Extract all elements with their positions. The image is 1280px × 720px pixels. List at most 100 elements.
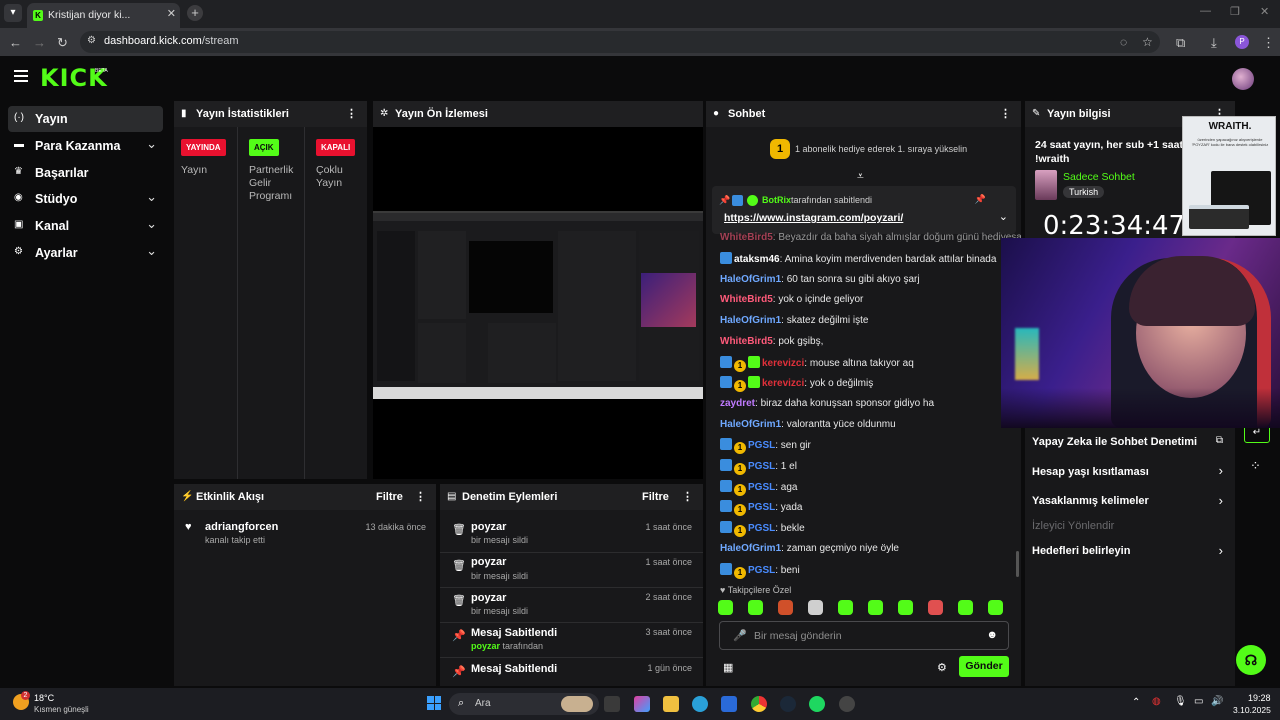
emote-icon[interactable] bbox=[988, 600, 1003, 615]
chat-username[interactable]: HaleOfGrim1 bbox=[720, 315, 781, 326]
chat-username[interactable]: HaleOfGrim1 bbox=[720, 419, 781, 430]
network-icon[interactable]: ▭ bbox=[1194, 696, 1203, 707]
mod-action-title[interactable]: Mesaj Sabitlendi bbox=[471, 663, 557, 675]
more-options-icon[interactable]: ⋮ bbox=[415, 490, 426, 503]
category-name[interactable]: Sadece Sohbet bbox=[1063, 171, 1135, 183]
scroll-down-icon[interactable]: ⩡ bbox=[857, 169, 864, 184]
chat-scrollbar[interactable] bbox=[1016, 551, 1019, 577]
windows-start-icon[interactable] bbox=[427, 696, 441, 710]
apps-icon[interactable]: ⁘ bbox=[1250, 458, 1261, 474]
sidebar-item-yayin[interactable]: (·) Yayın bbox=[8, 106, 163, 132]
tray-app-icon[interactable]: ◍ bbox=[1152, 696, 1161, 707]
chat-username[interactable]: kerevizci bbox=[762, 378, 804, 389]
mod-action-title[interactable]: poyzar bbox=[471, 592, 506, 604]
copilot-icon[interactable] bbox=[634, 696, 650, 712]
sidebar-item-para-kazanma[interactable]: ▬ Para Kazanma ⌄ bbox=[8, 133, 163, 159]
sidebar-item-kanal[interactable]: ▣ Kanal ⌄ bbox=[8, 213, 163, 239]
chat-username[interactable]: zaydret bbox=[720, 398, 755, 409]
file-explorer-icon[interactable] bbox=[663, 696, 679, 712]
emote-icon[interactable] bbox=[898, 600, 913, 615]
emote-icon[interactable] bbox=[748, 600, 763, 615]
chat-username[interactable]: HaleOfGrim1 bbox=[720, 543, 781, 554]
reload-icon[interactable]: ↻ bbox=[57, 35, 68, 51]
gift-promo-text[interactable]: 1 abonelik hediye ederek 1. sıraya yükse… bbox=[795, 144, 967, 154]
more-options-icon[interactable]: ⋮ bbox=[682, 490, 693, 503]
more-options-icon[interactable]: ⋮ bbox=[1000, 107, 1011, 120]
chat-username[interactable]: PGSL bbox=[748, 565, 775, 576]
chat-username[interactable]: PGSL bbox=[748, 482, 775, 493]
sidebar-item-basarilar[interactable]: ♛ Başarılar bbox=[8, 160, 163, 186]
chat-username[interactable]: kerevizci bbox=[762, 358, 804, 369]
clock-time[interactable]: 19:28 bbox=[1248, 693, 1271, 703]
tab-search-button[interactable]: ▾ bbox=[4, 4, 22, 22]
chat-username[interactable]: WhiteBird5 bbox=[720, 294, 773, 305]
emote-icon[interactable] bbox=[808, 600, 823, 615]
close-window-icon[interactable]: ✕ bbox=[1260, 5, 1269, 18]
external-link-icon[interactable]: ⧉ bbox=[1216, 435, 1223, 446]
chat-username[interactable]: PGSL bbox=[748, 502, 775, 513]
emote-icon[interactable] bbox=[928, 600, 943, 615]
chevron-right-icon[interactable]: › bbox=[1219, 463, 1223, 478]
chevron-down-icon[interactable]: ⌄ bbox=[999, 210, 1008, 223]
chat-username[interactable]: PGSL bbox=[748, 440, 775, 451]
task-view-icon[interactable] bbox=[604, 696, 620, 712]
spotify-icon[interactable] bbox=[809, 696, 825, 712]
bookmark-star-icon[interactable]: ☆ bbox=[1142, 35, 1153, 49]
emote-icon[interactable] bbox=[958, 600, 973, 615]
send-button[interactable]: Gönder bbox=[959, 656, 1009, 677]
microphone-icon[interactable]: 🎤 bbox=[733, 629, 747, 642]
filter-button[interactable]: Filtre bbox=[642, 491, 669, 503]
more-options-icon[interactable]: ⋮ bbox=[346, 107, 357, 120]
minimize-icon[interactable]: — bbox=[1200, 5, 1211, 17]
store-icon[interactable]: ▦ bbox=[723, 661, 733, 674]
back-icon[interactable]: ← bbox=[9, 35, 22, 50]
chevron-right-icon[interactable]: › bbox=[1219, 493, 1223, 508]
microphone-tray-icon[interactable]: 🎙 bbox=[1174, 696, 1187, 707]
mod-action-title[interactable]: poyzar bbox=[471, 556, 506, 568]
new-tab-button[interactable]: + bbox=[187, 5, 203, 21]
clock-date[interactable]: 3.10.2025 bbox=[1233, 705, 1271, 715]
hamburger-menu-icon[interactable] bbox=[14, 70, 28, 85]
chat-username[interactable]: PGSL bbox=[748, 461, 775, 472]
emote-icon[interactable] bbox=[838, 600, 853, 615]
pinned-by-user[interactable]: BotRix bbox=[762, 195, 791, 205]
mod-action-title[interactable]: Mesaj Sabitlendi bbox=[471, 627, 557, 639]
unpin-icon[interactable]: 📌 bbox=[975, 194, 986, 205]
chat-username[interactable]: WhiteBird5 bbox=[720, 336, 773, 347]
tray-chevron-icon[interactable]: ⌃ bbox=[1132, 697, 1140, 708]
chat-input[interactable]: 🎤 Bir mesaj gönderin ☻ bbox=[719, 621, 1009, 650]
user-avatar[interactable] bbox=[1232, 68, 1254, 90]
volume-icon[interactable]: 🔊 bbox=[1211, 696, 1223, 707]
address-bar[interactable]: ⚙ dashboard.kick.com/stream ◌ ☆ bbox=[80, 31, 1160, 53]
chat-username[interactable]: WhiteBird5 bbox=[720, 232, 773, 243]
menu-kebab-icon[interactable]: ⋮ bbox=[1262, 35, 1275, 51]
maximize-icon[interactable]: ❐ bbox=[1230, 5, 1240, 18]
feed-username[interactable]: adriangforcen bbox=[205, 521, 278, 533]
pinned-link[interactable]: https://www.instagram.com/poyzari/ bbox=[724, 212, 903, 224]
sidebar-item-studyo[interactable]: ◉ Stüdyo ⌄ bbox=[8, 186, 163, 212]
mod-action-title[interactable]: poyzar bbox=[471, 521, 506, 533]
tab-close-icon[interactable]: ✕ bbox=[167, 7, 176, 20]
extensions-icon[interactable]: ⧉ bbox=[1176, 35, 1185, 51]
browser-tab[interactable]: K Kristijan diyor ki... ✕ bbox=[27, 3, 180, 28]
chat-username[interactable]: PGSL bbox=[748, 523, 775, 534]
chevron-right-icon[interactable]: › bbox=[1219, 543, 1223, 558]
app-icon[interactable] bbox=[839, 696, 855, 712]
emote-icon[interactable] bbox=[718, 600, 733, 615]
taskbar-search[interactable]: ⌕ Ara bbox=[449, 693, 599, 715]
forward-icon[interactable]: → bbox=[33, 35, 46, 50]
download-icon[interactable]: ⤓ bbox=[1211, 35, 1217, 51]
mod-action-user[interactable]: poyzar bbox=[471, 641, 500, 651]
chat-username[interactable]: ataksm46 bbox=[734, 254, 780, 265]
filter-button[interactable]: Filtre bbox=[376, 491, 403, 503]
site-info-icon[interactable]: ⚙ bbox=[87, 35, 96, 46]
eye-off-icon[interactable]: ◌ bbox=[1120, 35, 1127, 49]
edge-icon[interactable] bbox=[692, 696, 708, 712]
emote-icon[interactable] bbox=[868, 600, 883, 615]
chrome-icon[interactable] bbox=[751, 696, 767, 712]
chat-username[interactable]: HaleOfGrim1 bbox=[720, 274, 781, 285]
steam-icon[interactable] bbox=[780, 696, 796, 712]
emoji-icon[interactable]: ☻ bbox=[986, 629, 998, 641]
profile-avatar[interactable]: P bbox=[1235, 35, 1249, 49]
settings-gear-icon[interactable]: ⚙ bbox=[937, 661, 947, 674]
